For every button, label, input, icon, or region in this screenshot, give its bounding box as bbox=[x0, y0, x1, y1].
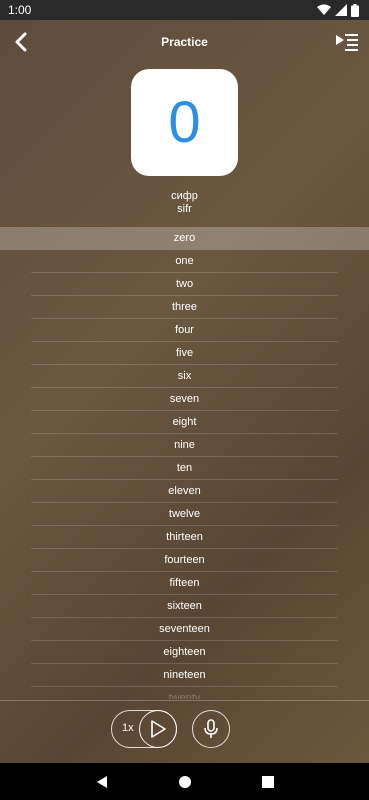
number-list-item[interactable]: two bbox=[0, 273, 369, 296]
number-list-item[interactable]: seventeen bbox=[0, 618, 369, 641]
signal-icon bbox=[335, 4, 347, 16]
number-list-item[interactable]: six bbox=[0, 365, 369, 388]
back-arrow-icon[interactable] bbox=[10, 30, 34, 54]
number-list-item[interactable]: eleven bbox=[0, 480, 369, 503]
word-native: сифр bbox=[171, 190, 198, 202]
nav-back-icon[interactable] bbox=[95, 775, 109, 789]
nav-home-icon[interactable] bbox=[178, 775, 192, 789]
wifi-icon bbox=[317, 4, 331, 15]
digit-value: 0 bbox=[168, 90, 201, 155]
play-list-icon[interactable] bbox=[335, 30, 359, 54]
page-title: Practice bbox=[161, 35, 208, 49]
number-list-item[interactable]: four bbox=[0, 319, 369, 342]
microphone-icon bbox=[204, 719, 218, 738]
number-list-item[interactable]: one bbox=[0, 250, 369, 273]
nav-recents-icon[interactable] bbox=[261, 775, 275, 789]
speed-button[interactable]: 1x bbox=[122, 722, 134, 734]
controls-divider bbox=[0, 700, 369, 701]
digit-card: 0 bbox=[131, 69, 238, 176]
play-button[interactable] bbox=[139, 710, 177, 748]
number-list-item[interactable]: fourteen bbox=[0, 549, 369, 572]
number-list[interactable]: zero one two three four five six seven eight nine… bbox=[0, 227, 369, 699]
number-list-item[interactable]: twenty bbox=[0, 687, 369, 699]
number-list-item[interactable]: fifteen bbox=[0, 572, 369, 595]
number-list-item[interactable]: three bbox=[0, 296, 369, 319]
number-list-item[interactable]: twelve bbox=[0, 503, 369, 526]
battery-icon bbox=[351, 3, 359, 17]
number-list-item[interactable]: sixteen bbox=[0, 595, 369, 618]
number-list-item[interactable]: seven bbox=[0, 388, 369, 411]
number-list-item[interactable]: five bbox=[0, 342, 369, 365]
play-icon bbox=[151, 720, 166, 738]
speed-play-group: 1x bbox=[111, 710, 177, 748]
status-bar: 1:00 bbox=[0, 0, 369, 20]
number-list-item[interactable]: nineteen bbox=[0, 664, 369, 687]
number-list-item[interactable]: thirteen bbox=[0, 526, 369, 549]
microphone-button[interactable] bbox=[192, 710, 230, 748]
app-bar: Practice bbox=[0, 20, 369, 64]
system-nav-bar bbox=[0, 763, 369, 800]
number-list-item[interactable]: eight bbox=[0, 411, 369, 434]
number-list-item[interactable]: eighteen bbox=[0, 641, 369, 664]
status-icons bbox=[317, 3, 359, 17]
number-list-item[interactable]: ten bbox=[0, 457, 369, 480]
number-list-item[interactable]: zero bbox=[0, 227, 369, 250]
number-list-item[interactable]: nine bbox=[0, 434, 369, 457]
status-time: 1:00 bbox=[8, 3, 32, 17]
word-transliteration: sifr bbox=[177, 203, 192, 215]
